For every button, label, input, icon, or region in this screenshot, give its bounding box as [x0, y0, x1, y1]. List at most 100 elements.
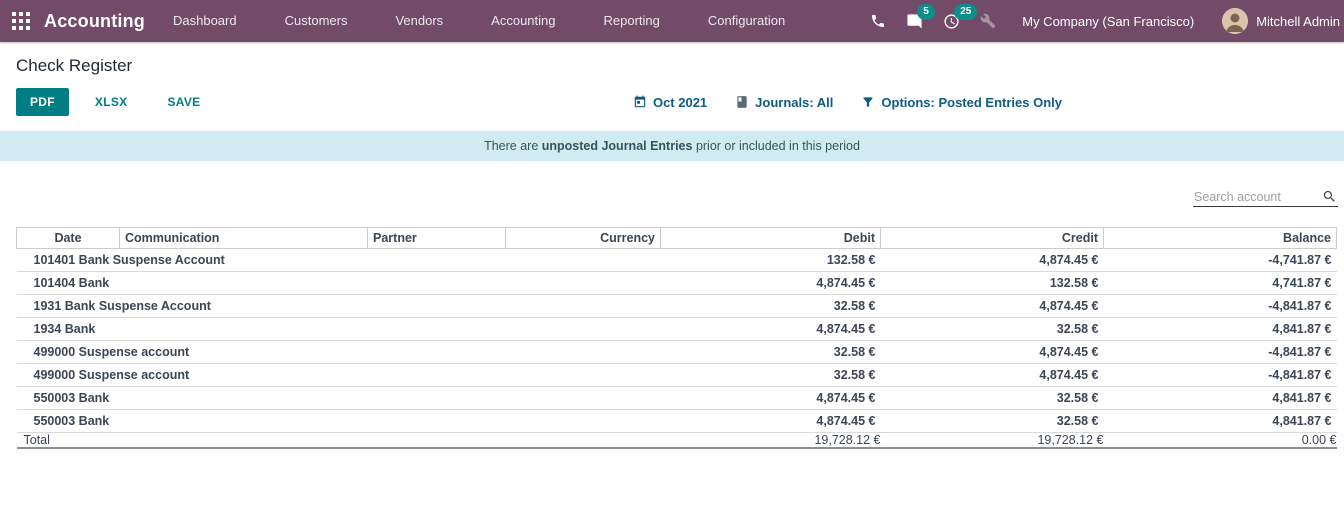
total-row: Total 19,728.12 € 19,728.12 € 0.00 € — [16, 432, 1337, 449]
apps-grid-icon[interactable] — [12, 12, 30, 30]
report-table-wrap: Date Communication Partner Currency Debi… — [16, 227, 1337, 449]
search-input[interactable] — [1194, 189, 1318, 204]
credit-cell: 32.58 € — [880, 317, 1104, 341]
company-switcher[interactable]: My Company (San Francisco) — [1022, 14, 1194, 29]
credit-cell: 32.58 € — [880, 386, 1104, 410]
balance-cell: -4,741.87 € — [1103, 248, 1337, 272]
debit-cell: 132.58 € — [660, 248, 881, 272]
balance-cell: -4,841.87 € — [1103, 340, 1337, 364]
phone-icon[interactable] — [870, 13, 886, 29]
balance-cell: 4,841.87 € — [1103, 386, 1337, 410]
table-row[interactable]: 499000 Suspense account 32.58 € 4,874.45… — [16, 363, 1337, 387]
account-name[interactable]: 550003 Bank — [16, 386, 661, 410]
user-menu[interactable]: Mitchell Admin — [1222, 8, 1340, 34]
messages-icon[interactable]: 5 — [906, 3, 935, 30]
user-name: Mitchell Admin — [1256, 13, 1340, 29]
options-filter-label: Options: Posted Entries Only — [881, 94, 1062, 110]
total-debit: 19,728.12 € — [660, 432, 881, 449]
save-button[interactable]: SAVE — [153, 88, 214, 116]
search-box — [1193, 187, 1338, 207]
credit-cell: 4,874.45 € — [880, 340, 1104, 364]
app-brand[interactable]: Accounting — [44, 11, 145, 32]
date-filter-label: Oct 2021 — [652, 94, 708, 110]
col-header-date: Date — [16, 227, 120, 249]
main-content: Check Register PDF XLSX SAVE Oct 2021 Jo… — [0, 56, 1344, 449]
balance-cell: 4,841.87 € — [1103, 409, 1337, 433]
col-header-debit: Debit — [660, 227, 881, 249]
search-icon[interactable] — [1322, 189, 1337, 204]
account-name[interactable]: 550003 Bank — [16, 409, 661, 433]
nav-item-dashboard[interactable]: Dashboard — [149, 0, 261, 42]
table-row[interactable]: 550003 Bank 4,874.45 € 32.58 € 4,841.87 … — [16, 386, 1337, 410]
date-filter[interactable]: Oct 2021 — [633, 95, 707, 110]
total-balance: 0.00 € — [1103, 432, 1337, 449]
avatar — [1222, 8, 1249, 34]
account-name[interactable]: 1931 Bank Suspense Account — [16, 294, 661, 318]
balance-cell: 4,741.87 € — [1103, 271, 1337, 295]
search-row — [0, 187, 1338, 207]
nav-menu: Dashboard Customers Vendors Accounting R… — [149, 0, 809, 42]
options-filter[interactable]: Options: Posted Entries Only — [861, 95, 1062, 110]
total-credit: 19,728.12 € — [880, 432, 1104, 449]
table-body: 101401 Bank Suspense Account 132.58 € 4,… — [16, 248, 1337, 433]
nav-item-reporting[interactable]: Reporting — [580, 0, 684, 42]
total-label: Total — [16, 432, 661, 449]
navbar-systray: 5 25 My Company (San Francisco) Mitchell… — [870, 3, 1344, 34]
debit-cell: 4,874.45 € — [660, 317, 881, 341]
credit-cell: 132.58 € — [880, 271, 1104, 295]
journal-book-icon — [737, 96, 747, 108]
col-header-balance: Balance — [1103, 227, 1337, 249]
table-header-row: Date Communication Partner Currency Debi… — [16, 227, 1337, 249]
credit-cell: 32.58 € — [880, 409, 1104, 433]
banner-suffix: prior or included in this period — [692, 139, 860, 153]
journals-filter-label: Journals: All — [755, 94, 834, 110]
credit-cell: 4,874.45 € — [880, 248, 1104, 272]
col-header-communication: Communication — [119, 227, 368, 249]
xlsx-button[interactable]: XLSX — [81, 88, 142, 116]
credit-cell: 4,874.45 € — [880, 363, 1104, 387]
balance-cell: 4,841.87 € — [1103, 317, 1337, 341]
col-header-partner: Partner — [367, 227, 506, 249]
top-navbar: Accounting Dashboard Customers Vendors A… — [0, 0, 1344, 42]
table-row[interactable]: 1931 Bank Suspense Account 32.58 € 4,874… — [16, 294, 1337, 318]
balance-cell: -4,841.87 € — [1103, 363, 1337, 387]
account-name[interactable]: 101404 Bank — [16, 271, 661, 295]
nav-item-customers[interactable]: Customers — [261, 0, 372, 42]
nav-item-accounting[interactable]: Accounting — [467, 0, 579, 42]
activities-icon[interactable]: 25 — [943, 3, 978, 30]
tools-icon[interactable] — [980, 13, 996, 29]
account-name[interactable]: 1934 Bank — [16, 317, 661, 341]
balance-cell: -4,841.87 € — [1103, 294, 1337, 318]
journals-filter[interactable]: Journals: All — [735, 95, 833, 110]
col-header-credit: Credit — [880, 227, 1104, 249]
banner-prefix: There are — [484, 139, 542, 153]
pdf-button[interactable]: PDF — [16, 88, 69, 116]
table-row[interactable]: 499000 Suspense account 32.58 € 4,874.45… — [16, 340, 1337, 364]
report-toolbar: PDF XLSX SAVE Oct 2021 Journals: All Opt… — [0, 88, 1344, 116]
account-name[interactable]: 101401 Bank Suspense Account — [16, 248, 661, 272]
account-name[interactable]: 499000 Suspense account — [16, 363, 661, 387]
debit-cell: 32.58 € — [660, 363, 881, 387]
debit-cell: 32.58 € — [660, 340, 881, 364]
page-title: Check Register — [16, 56, 133, 75]
debit-cell: 4,874.45 € — [660, 386, 881, 410]
account-name[interactable]: 499000 Suspense account — [16, 340, 661, 364]
debit-cell: 32.58 € — [660, 294, 881, 318]
debit-cell: 4,874.45 € — [660, 409, 881, 433]
table-row[interactable]: 101401 Bank Suspense Account 132.58 € 4,… — [16, 248, 1337, 272]
activities-badge: 25 — [954, 3, 978, 20]
table-row[interactable]: 550003 Bank 4,874.45 € 32.58 € 4,841.87 … — [16, 409, 1337, 433]
nav-item-vendors[interactable]: Vendors — [371, 0, 467, 42]
banner-bold: unposted Journal Entries — [541, 139, 693, 153]
calendar-icon — [634, 95, 646, 108]
messages-badge: 5 — [917, 3, 935, 20]
debit-cell: 4,874.45 € — [660, 271, 881, 295]
credit-cell: 4,874.45 € — [880, 294, 1104, 318]
funnel-icon — [863, 97, 874, 107]
table-row[interactable]: 1934 Bank 4,874.45 € 32.58 € 4,841.87 € — [16, 317, 1337, 341]
table-row[interactable]: 101404 Bank 4,874.45 € 132.58 € 4,741.87… — [16, 271, 1337, 295]
nav-item-configuration[interactable]: Configuration — [684, 0, 809, 42]
report-filters: Oct 2021 Journals: All Options: Posted E… — [633, 95, 1062, 110]
check-register-table: Date Communication Partner Currency Debi… — [16, 227, 1337, 449]
col-header-currency: Currency — [505, 227, 661, 249]
